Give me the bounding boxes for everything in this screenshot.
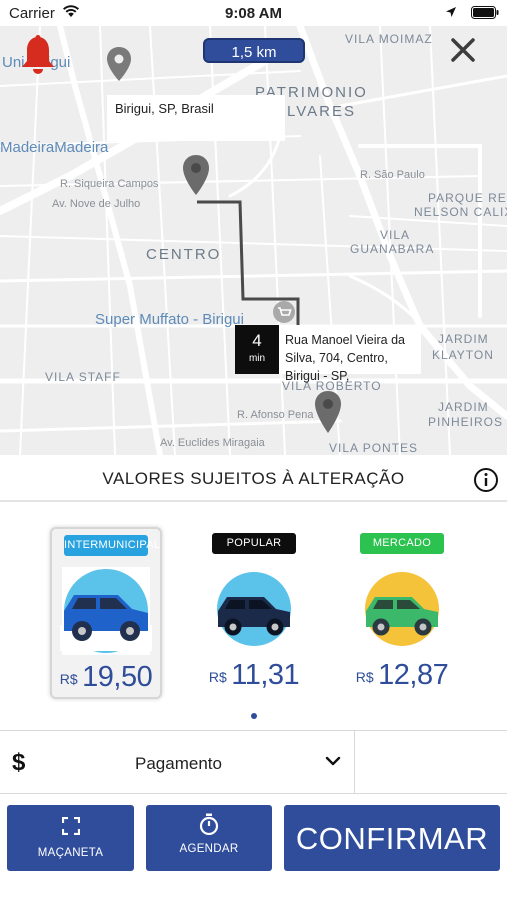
- status-bar: Carrier 9:08 AM: [0, 0, 507, 26]
- location-arrow-icon: [446, 7, 456, 17]
- info-icon[interactable]: [473, 467, 499, 493]
- confirm-button[interactable]: CONFIRMAR: [284, 805, 500, 871]
- map-label: Super Muffato - Birigui: [95, 311, 244, 328]
- ride-options: INTERMUNICIPAL R$ 19,50 POPULAR R$ 11,31…: [0, 503, 507, 730]
- map-label: CENTRO: [146, 246, 222, 263]
- map-label: ALVARES: [275, 103, 356, 120]
- pager-dot: [251, 713, 257, 719]
- price-notice-bar: VALORES SUJEITOS À ALTERAÇÃO: [0, 455, 507, 502]
- dollar-icon: $: [12, 749, 26, 776]
- destination-pin-icon[interactable]: [314, 390, 342, 434]
- map-label: VILA MOIMAZ: [345, 32, 433, 46]
- ride-option-badge: INTERMUNICIPAL: [64, 535, 160, 556]
- map-label: GUANABARA: [350, 242, 435, 256]
- shopping-cart-icon: [273, 301, 295, 323]
- eta-box: 4 min: [235, 325, 279, 374]
- ride-option-popular[interactable]: POPULAR R$ 11,31: [198, 527, 310, 699]
- price-currency: R$: [355, 669, 374, 685]
- map-label: R. Afonso Pena: [237, 409, 314, 421]
- price-value: 19,50: [82, 661, 153, 693]
- stopwatch-icon: [199, 813, 219, 835]
- map-view[interactable]: VILA MOIMAZ PATRIMONIO ALVARES Uni Birig…: [0, 26, 507, 455]
- ride-option-price: R$ 12,87: [346, 659, 458, 692]
- map-label: VILA PONTES: [329, 441, 419, 455]
- map-label: MadeiraMadeira: [0, 139, 109, 156]
- map-label: PINHEIROS: [428, 415, 504, 429]
- origin-label-card: Birigui, SP, Brasil: [107, 95, 285, 141]
- map-label: KLAYTON: [432, 348, 494, 362]
- map-label: JARDIM: [438, 400, 489, 414]
- car-icon: [60, 567, 152, 655]
- destination-address: Rua Manoel Vieira da Silva, 704, Centro,…: [285, 333, 405, 383]
- payment-selector[interactable]: $ Pagamento: [0, 730, 507, 795]
- price-currency: R$: [59, 671, 78, 687]
- price-currency: R$: [208, 669, 227, 685]
- map-label: VILA: [380, 228, 411, 242]
- eta-value: 4: [252, 331, 262, 350]
- confirm-label: CONFIRMAR: [295, 821, 489, 856]
- chevron-down-icon: [325, 756, 341, 766]
- ride-option-price: R$ 11,31: [198, 659, 310, 692]
- ride-option-mercado[interactable]: MERCADO R$ 12,87: [346, 527, 458, 699]
- map-pin-icon: [107, 47, 131, 81]
- macaneta-label: MAÇANETA: [37, 847, 104, 859]
- price-notice-text: VALORES SUJEITOS À ALTERAÇÃO: [102, 469, 405, 488]
- price-value: 12,87: [378, 659, 449, 691]
- car-icon: [217, 572, 291, 646]
- close-icon[interactable]: [447, 34, 479, 66]
- agendar-label: AGENDAR: [179, 843, 239, 855]
- map-label: R. São Paulo: [360, 169, 425, 181]
- action-bar: MAÇANETA AGENDAR CONFIRMAR: [0, 794, 507, 900]
- expand-icon: [61, 817, 80, 835]
- macaneta-button[interactable]: MAÇANETA: [7, 805, 134, 871]
- map-label: Av. Nove de Julho: [52, 198, 141, 210]
- agendar-button[interactable]: AGENDAR: [146, 805, 272, 871]
- eta-unit: min: [248, 353, 266, 364]
- destination-label-card: 4 min Rua Manoel Vieira da Silva, 704, C…: [235, 325, 421, 383]
- distance-badge: 1,5 km: [203, 38, 305, 63]
- bell-icon[interactable]: [20, 35, 56, 77]
- map-label: PARQUE RES: [428, 191, 507, 205]
- map-label: R. Siqueira Campos: [60, 178, 159, 190]
- ride-option-price: R$ 19,50: [52, 661, 160, 694]
- map-label: NELSON CALIX: [414, 205, 507, 219]
- price-value: 11,31: [231, 659, 300, 691]
- ride-option-badge: POPULAR: [212, 533, 296, 554]
- map-label: JARDIM: [438, 332, 489, 346]
- battery-icon: [471, 6, 499, 19]
- ride-option-intermunicipal[interactable]: INTERMUNICIPAL R$ 19,50: [50, 527, 162, 699]
- status-time: 9:08 AM: [225, 5, 282, 22]
- ride-option-badge: MERCADO: [360, 533, 444, 554]
- map-label: Av. Euclides Miragaia: [160, 437, 265, 449]
- origin-pin-icon[interactable]: [182, 154, 210, 196]
- car-icon: [365, 572, 439, 646]
- payment-divider: [354, 731, 355, 795]
- payment-label: Pagamento: [135, 754, 222, 773]
- map-base: [0, 26, 507, 455]
- map-label: VILA STAFF: [45, 370, 121, 384]
